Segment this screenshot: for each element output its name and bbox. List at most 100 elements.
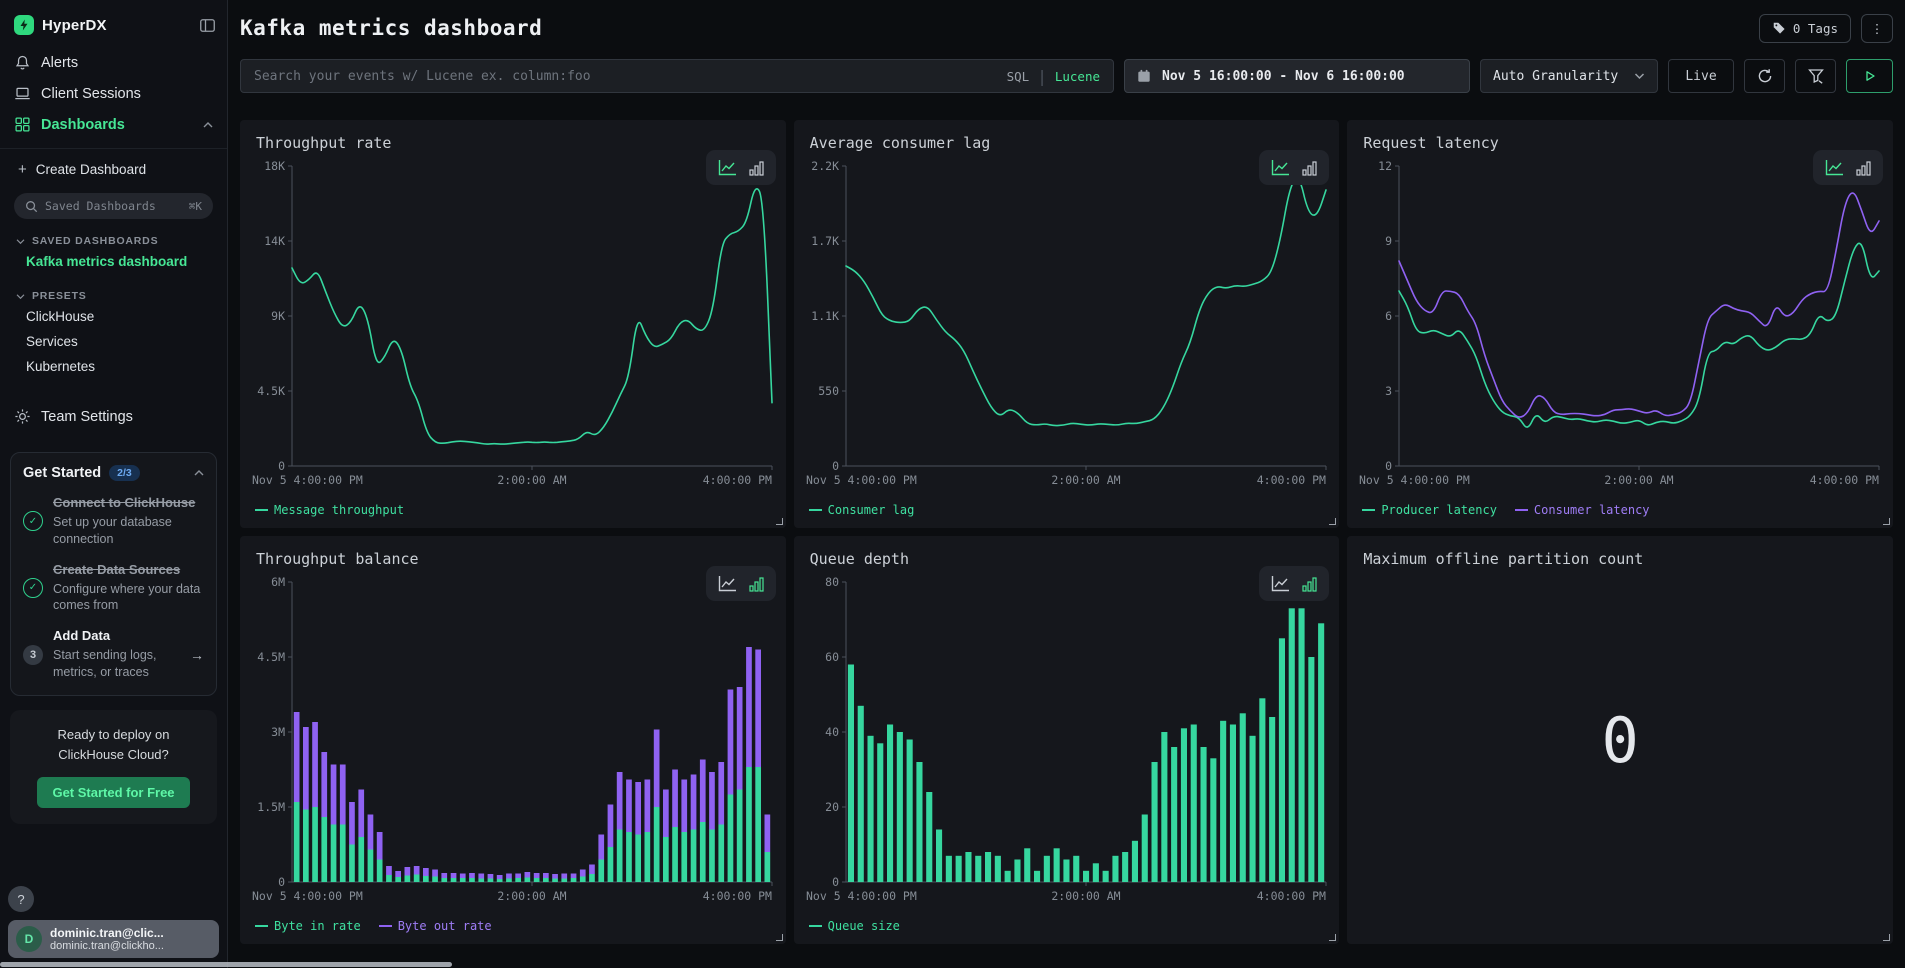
section-presets[interactable]: PRESETS [16, 290, 211, 302]
cloud-card-line1: Ready to deploy on [57, 727, 169, 742]
chart-panel-throughput-balance: Throughput balance 01.5M3M4.5M6MNov 5 4:… [240, 536, 786, 944]
legend-swatch [1515, 509, 1528, 511]
svg-text:2:00:00 AM: 2:00:00 AM [497, 889, 566, 903]
sidebar-item-services[interactable]: Services [0, 329, 227, 354]
resize-handle[interactable] [1329, 518, 1336, 525]
bar-chart-icon[interactable] [1302, 576, 1317, 592]
sidebar-item-clickhouse[interactable]: ClickHouse [0, 304, 227, 329]
svg-text:0: 0 [832, 459, 839, 473]
help-button[interactable]: ? [8, 886, 34, 912]
chart-title: Request latency [1363, 134, 1498, 152]
svg-text:2:00:00 AM: 2:00:00 AM [1605, 473, 1674, 487]
chevron-up-icon[interactable] [194, 469, 204, 477]
user-menu[interactable]: D dominic.tran@clic... dominic.tran@clic… [8, 920, 219, 958]
legend-label: Producer latency [1381, 503, 1497, 517]
bar-chart-icon[interactable] [749, 576, 764, 592]
sidebar-item-client-sessions[interactable]: Client Sessions [0, 78, 227, 109]
line-chart-icon[interactable] [1825, 159, 1844, 176]
run-query-button[interactable] [1846, 59, 1893, 93]
more-options-button[interactable]: ⋮ [1861, 14, 1893, 43]
chart-legend: Queue size [809, 919, 900, 933]
chart-plot[interactable]: 036912Nov 5 4:00:00 PM2:00:00 AM4:00:00 … [1359, 160, 1883, 496]
line-chart-icon[interactable] [718, 575, 737, 592]
horizontal-scrollbar[interactable] [0, 962, 452, 967]
sidebar-item-label: Alerts [41, 55, 78, 71]
get-started-item[interactable]: ✓ Connect to ClickHouse Set up your data… [23, 495, 204, 548]
progress-badge: 2/3 [109, 465, 140, 481]
chart-legend: Producer latencyConsumer latency [1362, 503, 1649, 517]
get-started-free-button[interactable]: Get Started for Free [37, 777, 189, 808]
section-saved-dashboards[interactable]: SAVED DASHBOARDS [16, 235, 211, 247]
bar-chart-icon[interactable] [1856, 160, 1871, 176]
time-range-value: Nov 5 16:00:00 - Nov 6 16:00:00 [1162, 69, 1405, 84]
bell-icon [14, 54, 31, 71]
sidebar-item-dashboards[interactable]: Dashboards [0, 109, 227, 140]
sidebar-item-kafka-dashboard[interactable]: Kafka metrics dashboard [0, 249, 227, 274]
legend-swatch [809, 509, 822, 511]
lucene-mode-toggle[interactable]: Lucene [1055, 69, 1100, 84]
legend-item: Byte out rate [379, 919, 492, 933]
chevron-up-icon [203, 121, 213, 129]
resize-handle[interactable] [1883, 934, 1890, 941]
resize-handle[interactable] [776, 518, 783, 525]
chart-title: Average consumer lag [810, 134, 991, 152]
legend-label: Queue size [828, 919, 900, 933]
legend-label: Message throughput [274, 503, 404, 517]
line-chart-icon[interactable] [718, 159, 737, 176]
svg-text:Nov 5 4:00:00 PM: Nov 5 4:00:00 PM [806, 473, 917, 487]
chart-legend: Consumer lag [809, 503, 915, 517]
chart-type-toggle[interactable] [1813, 150, 1883, 185]
chart-type-toggle[interactable] [1259, 150, 1329, 185]
get-started-item[interactable]: 3 Add Data Start sending logs, metrics, … [23, 628, 204, 681]
chart-type-toggle[interactable] [706, 150, 776, 185]
time-range-picker[interactable]: Nov 5 16:00:00 - Nov 6 16:00:00 [1124, 59, 1470, 93]
chart-plot[interactable]: 01.5M3M4.5M6MNov 5 4:00:00 PM2:00:00 AM4… [252, 576, 776, 912]
sidebar-collapse-icon[interactable] [200, 19, 215, 32]
svg-text:4:00:00 PM: 4:00:00 PM [1256, 473, 1325, 487]
line-chart-icon[interactable] [1271, 575, 1290, 592]
sql-mode-toggle[interactable]: SQL [1007, 69, 1030, 84]
get-started-item[interactable]: ✓ Create Data Sources Configure where yo… [23, 562, 204, 615]
sidebar-item-alerts[interactable]: Alerts [0, 47, 227, 78]
line-chart-icon[interactable] [1271, 159, 1290, 176]
live-button[interactable]: Live [1668, 59, 1734, 93]
saved-dashboards-search-input[interactable]: Saved Dashboards ⌘K [14, 193, 213, 219]
metric-value: 0 [1347, 536, 1893, 944]
chart-plot[interactable]: 020406080Nov 5 4:00:00 PM2:00:00 AM4:00:… [806, 576, 1330, 912]
step-number-badge: 3 [23, 645, 43, 665]
svg-text:4.5M: 4.5M [257, 650, 285, 664]
legend-label: Consumer lag [828, 503, 915, 517]
svg-text:60: 60 [825, 650, 839, 664]
event-search-input[interactable]: Search your events w/ Lucene ex. column:… [240, 59, 1114, 93]
filter-button[interactable] [1795, 59, 1836, 93]
chart-grid: Throughput rate 04.5K9K14K18KNov 5 4:00:… [240, 120, 1893, 944]
legend-item: Byte in rate [255, 919, 361, 933]
chart-plot[interactable]: 04.5K9K14K18KNov 5 4:00:00 PM2:00:00 AM4… [252, 160, 776, 496]
create-dashboard-button[interactable]: + Create Dashboard [0, 155, 227, 184]
chart-type-toggle[interactable] [1259, 566, 1329, 601]
sidebar-item-kubernetes[interactable]: Kubernetes [0, 354, 227, 379]
chart-plot[interactable]: 05501.1K1.7K2.2KNov 5 4:00:00 PM2:00:00 … [806, 160, 1330, 496]
legend-item: Consumer lag [809, 503, 915, 517]
sidebar-item-team-settings[interactable]: Team Settings [0, 401, 227, 432]
bar-chart-icon[interactable] [749, 160, 764, 176]
resize-handle[interactable] [1329, 934, 1336, 941]
resize-handle[interactable] [776, 934, 783, 941]
refresh-button[interactable] [1744, 59, 1785, 93]
bar-chart-icon[interactable] [1302, 160, 1317, 176]
chart-title: Throughput balance [256, 550, 419, 568]
tags-button[interactable]: 0 Tags [1759, 14, 1851, 43]
legend-swatch [809, 925, 822, 927]
resize-handle[interactable] [1883, 518, 1890, 525]
svg-text:1.7K: 1.7K [811, 234, 839, 248]
toolbar: Search your events w/ Lucene ex. column:… [240, 59, 1893, 93]
chart-type-toggle[interactable] [706, 566, 776, 601]
dashboard-header: Kafka metrics dashboard 0 Tags ⋮ [240, 13, 1893, 43]
user-email: dominic.tran@clickho... [50, 940, 164, 952]
granularity-select[interactable]: Auto Granularity [1480, 59, 1658, 93]
mode-divider: | [1037, 67, 1047, 86]
svg-text:0: 0 [832, 875, 839, 889]
chart-title: Queue depth [810, 550, 909, 568]
svg-text:4:00:00 PM: 4:00:00 PM [1810, 473, 1879, 487]
legend-item: Producer latency [1362, 503, 1497, 517]
